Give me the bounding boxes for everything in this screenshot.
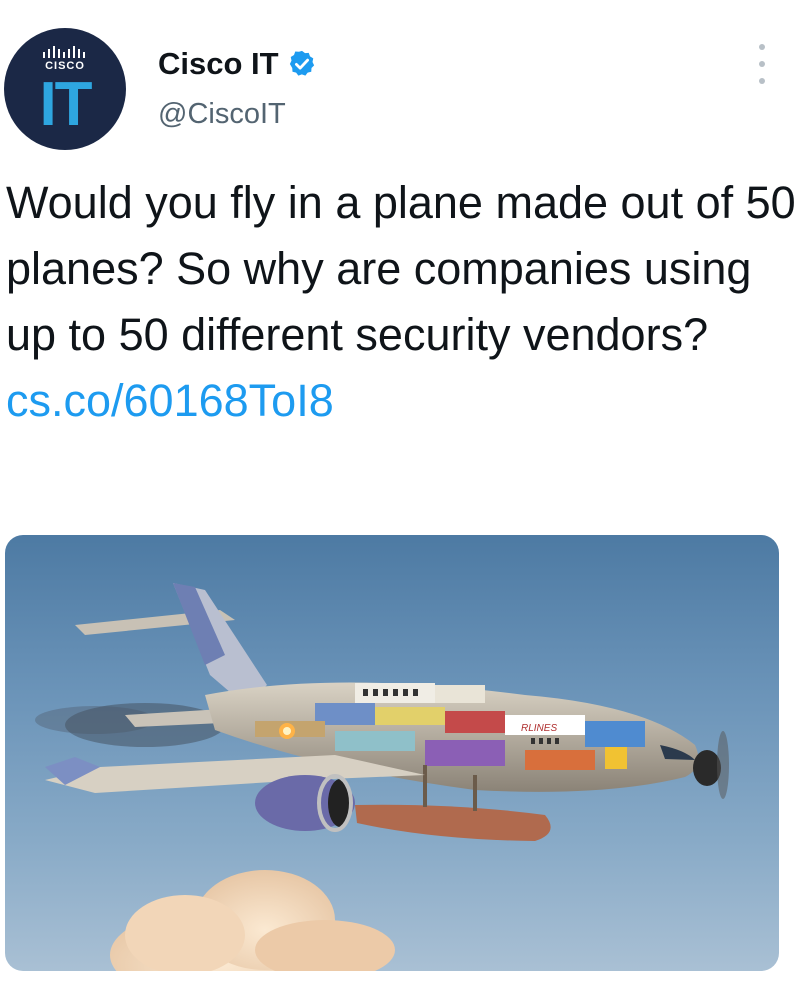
author-handle[interactable]: @CiscoIT [158, 98, 286, 131]
author-display-name[interactable]: Cisco IT [158, 46, 279, 82]
fuselage-text: RLINES [521, 723, 557, 734]
more-options-icon[interactable] [750, 44, 774, 84]
avatar-initials: IT [39, 70, 92, 139]
tweet-media-image[interactable]: RLINES [5, 535, 779, 971]
author-name-row: Cisco IT [158, 46, 317, 82]
patchwork-airplane-image: RLINES [35, 583, 729, 971]
cisco-bars-icon [43, 46, 85, 58]
verified-badge-icon [289, 50, 314, 76]
tweet-link[interactable]: cs.co/60168ToI8 [6, 375, 334, 426]
avatar[interactable]: CISCO IT [4, 28, 126, 150]
tweet-text: Would you fly in a plane made out of 50 … [6, 170, 796, 434]
tweet-body: Would you fly in a plane made out of 50 … [6, 177, 796, 360]
tweet-card: CISCO IT Cisco IT @CiscoIT Would you fly… [0, 0, 807, 1000]
